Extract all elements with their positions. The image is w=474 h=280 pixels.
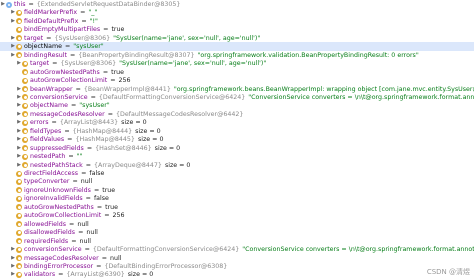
- variable-row[interactable]: ▶ validators = {ArrayList@6390} size = 0: [0, 270, 474, 279]
- field-icon: [22, 86, 28, 92]
- field-icon: [16, 43, 22, 50]
- field-icon: [16, 52, 22, 59]
- field-icon: [16, 9, 22, 16]
- field-icon: [16, 178, 22, 185]
- field-icon: [22, 69, 28, 76]
- field-icon: [22, 94, 28, 101]
- field-icon: [22, 153, 28, 160]
- field-icon: [22, 162, 28, 169]
- watermark: CSDN @清煜: [426, 268, 470, 276]
- variable-name: validators: [24, 271, 56, 279]
- field-icon: [16, 221, 22, 228]
- variable-value: size = 0: [127, 271, 154, 279]
- field-icon: [16, 187, 22, 194]
- field-icon: [16, 238, 22, 245]
- field-icon: [16, 18, 22, 25]
- field-icon: [16, 170, 22, 177]
- equals-sign: =: [58, 271, 64, 279]
- field-icon: [22, 60, 28, 67]
- field-icon: [22, 111, 28, 118]
- field-icon: [22, 145, 28, 152]
- field-icon: [22, 102, 28, 109]
- field-icon: [16, 35, 22, 42]
- field-icon: [16, 271, 22, 278]
- field-icon: [22, 77, 28, 84]
- field-icon: [16, 212, 22, 219]
- field-icon: [16, 229, 22, 236]
- field-icon: [22, 136, 28, 143]
- variables-tree: ▶ this = {ExtendedServletRequestDataBinder@…: [0, 0, 474, 280]
- parameter-icon: [6, 1, 12, 8]
- field-icon: [16, 204, 22, 211]
- field-icon: [16, 195, 22, 202]
- field-icon: [16, 246, 22, 253]
- field-icon: [22, 128, 28, 135]
- field-icon: [16, 26, 22, 33]
- field-icon: [16, 255, 22, 261]
- field-icon: [16, 263, 22, 270]
- variable-type: {ArrayList@6390}: [66, 271, 125, 279]
- field-icon: [22, 119, 28, 126]
